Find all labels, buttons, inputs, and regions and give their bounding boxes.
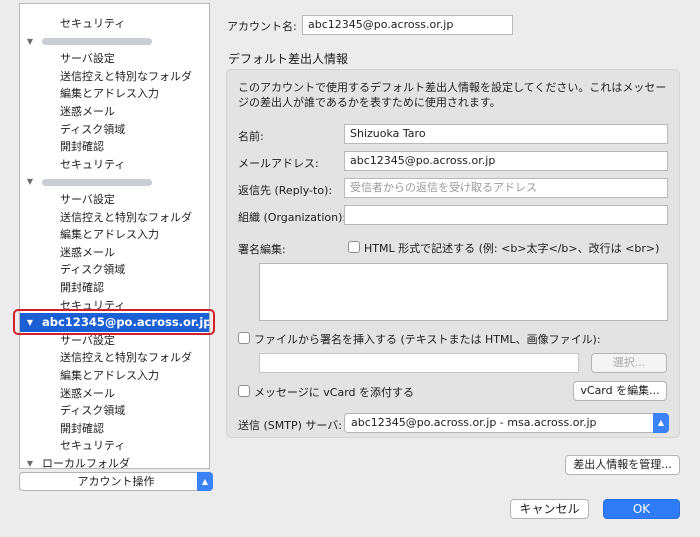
choose-file-button[interactable]: 選択... (591, 353, 667, 373)
email-field[interactable]: abc12345@po.across.or.jp (344, 151, 668, 171)
account-row[interactable]: ▼ (20, 173, 209, 190)
email-value: abc12345@po.across.or.jp (350, 154, 496, 167)
settings-row[interactable]: 編集とアドレス入力 (20, 226, 209, 243)
settings-row[interactable]: サーバ設定 (20, 50, 209, 67)
settings-row[interactable]: 迷惑メール (20, 244, 209, 261)
settings-row[interactable]: ディスク領域 (20, 402, 209, 419)
stepper-chevron-icon: ▲ (197, 472, 213, 491)
settings-label: 編集とアドレス入力 (60, 369, 159, 382)
html-format-checkbox[interactable] (348, 241, 360, 253)
smtp-server-value: abc12345@po.across.or.jp - msa.across.or… (351, 416, 597, 429)
account-name-value: abc12345@po.across.or.jp (308, 18, 454, 31)
settings-row[interactable]: 送信控えと特別なフォルダ (20, 209, 209, 226)
cancel-button[interactable]: キャンセル (510, 499, 589, 519)
signature-file-checkbox[interactable] (238, 332, 250, 344)
html-format-checkbox-label: HTML 形式で記述する (例: <b>太字</b>、改行は <br>) (364, 242, 660, 255)
ok-button[interactable]: OK (603, 499, 680, 519)
settings-row[interactable]: 送信控えと特別なフォルダ (20, 349, 209, 366)
settings-label: サーバ設定 (60, 52, 115, 66)
settings-row[interactable]: 開封確認 (20, 279, 209, 296)
settings-label: 送信控えと特別なフォルダ (60, 69, 192, 83)
identity-description: このアカウントで使用するデフォルト差出人情報を設定してください。これはメッセージ… (238, 81, 667, 109)
vcard-checkbox-label: メッセージに vCard を添付する (254, 386, 415, 399)
identity-section-title: デフォルト差出人情報 (228, 52, 349, 66)
signature-file-checkbox-label: ファイルから署名を挿入する (テキストまたは HTML、画像ファイル): (254, 333, 601, 346)
settings-label: ディスク領域 (60, 263, 126, 277)
settings-row[interactable]: 迷惑メール (20, 385, 209, 402)
settings-label: 開封確認 (60, 140, 104, 154)
settings-row[interactable]: 編集とアドレス入力 (20, 85, 209, 102)
name-value: Shizuoka Taro (350, 127, 426, 140)
organization-label: 組織 (Organization): (238, 211, 347, 224)
account-actions-label: アカウント操作 (77, 475, 155, 488)
manage-identities-button[interactable]: 差出人情報を管理... (565, 455, 680, 475)
redacted-account-name (42, 38, 152, 46)
account-label: ローカルフォルダ (42, 457, 130, 469)
account-row[interactable]: ▼ ローカルフォルダ (20, 455, 209, 469)
settings-label: 開封確認 (60, 421, 104, 435)
manage-identities-button-label: 差出人情報を管理... (573, 458, 672, 471)
settings-label: セキュリティ (60, 439, 126, 453)
account-tree[interactable]: セキュリティ ▼ サーバ設定 送信控えと特別なフォルダ 編集とアドレス入力 迷惑メール ディ… (19, 3, 210, 469)
settings-label: 編集とアドレス入力 (60, 228, 159, 242)
settings-label: 編集とアドレス入力 (60, 87, 159, 101)
ok-button-label: OK (632, 502, 651, 516)
signature-file-path-field[interactable] (259, 353, 579, 373)
settings-row[interactable]: 送信控えと特別なフォルダ (20, 68, 209, 85)
account-row[interactable]: ▼ (20, 33, 209, 50)
settings-row[interactable]: ディスク領域 (20, 121, 209, 138)
settings-label: 開封確認 (60, 281, 104, 294)
email-label: メールアドレス: (238, 157, 319, 170)
settings-label: セキュリティ (60, 17, 126, 30)
settings-row[interactable]: サーバ設定 (20, 191, 209, 208)
disclosure-triangle-icon[interactable]: ▼ (25, 33, 35, 50)
settings-row[interactable]: ディスク領域 (20, 261, 209, 278)
selected-account-highlight (13, 309, 215, 335)
edit-vcard-button[interactable]: vCard を編集... (573, 381, 667, 401)
disclosure-triangle-icon[interactable]: ▼ (25, 455, 35, 468)
settings-row[interactable]: セキュリティ (20, 156, 209, 173)
organization-field[interactable] (344, 205, 668, 225)
settings-label: 送信控えと特別なフォルダ (60, 351, 192, 365)
smtp-label: 送信 (SMTP) サーバ: (238, 419, 342, 432)
settings-row[interactable]: セキュリティ (20, 15, 209, 32)
settings-label: サーバ設定 (60, 193, 115, 206)
settings-label: 迷惑メール (60, 105, 115, 118)
vcard-checkbox[interactable] (238, 385, 250, 397)
reply-to-field[interactable]: 受信者からの返信を受け取るアドレス (344, 178, 668, 198)
settings-label: ディスク領域 (60, 404, 126, 418)
account-actions-dropdown[interactable]: アカウント操作 ▲ (19, 472, 213, 491)
reply-to-placeholder: 受信者からの返信を受け取るアドレス (350, 181, 537, 194)
settings-row[interactable]: 開封確認 (20, 420, 209, 437)
settings-row[interactable]: 編集とアドレス入力 (20, 367, 209, 384)
redacted-account-name (42, 178, 152, 186)
settings-row[interactable]: 迷惑メール (20, 103, 209, 120)
settings-label: 送信控えと特別なフォルダ (60, 210, 192, 224)
name-field[interactable]: Shizuoka Taro (344, 124, 668, 144)
smtp-server-select[interactable]: abc12345@po.across.or.jp - msa.across.or… (344, 413, 669, 433)
settings-label: 迷惑メール (60, 245, 115, 259)
name-label: 名前: (238, 130, 264, 143)
select-chevron-icon: ▲ (653, 413, 669, 433)
signature-textarea[interactable] (259, 263, 668, 321)
settings-label: セキュリティ (60, 157, 126, 171)
settings-row[interactable]: 開封確認 (20, 138, 209, 155)
reply-to-label: 返信先 (Reply-to): (238, 184, 333, 197)
account-name-label: アカウント名: (227, 20, 297, 33)
cancel-button-label: キャンセル (519, 502, 580, 516)
settings-label: 迷惑メール (60, 386, 115, 400)
settings-label: サーバ設定 (60, 333, 115, 347)
settings-label: ディスク領域 (60, 122, 126, 136)
disclosure-triangle-icon[interactable]: ▼ (25, 173, 35, 190)
edit-vcard-button-label: vCard を編集... (580, 384, 660, 397)
signature-label: 署名編集: (238, 243, 286, 256)
account-name-field[interactable]: abc12345@po.across.or.jp (302, 15, 513, 35)
settings-row[interactable]: セキュリティ (20, 437, 209, 454)
choose-file-button-label: 選択... (612, 356, 646, 369)
